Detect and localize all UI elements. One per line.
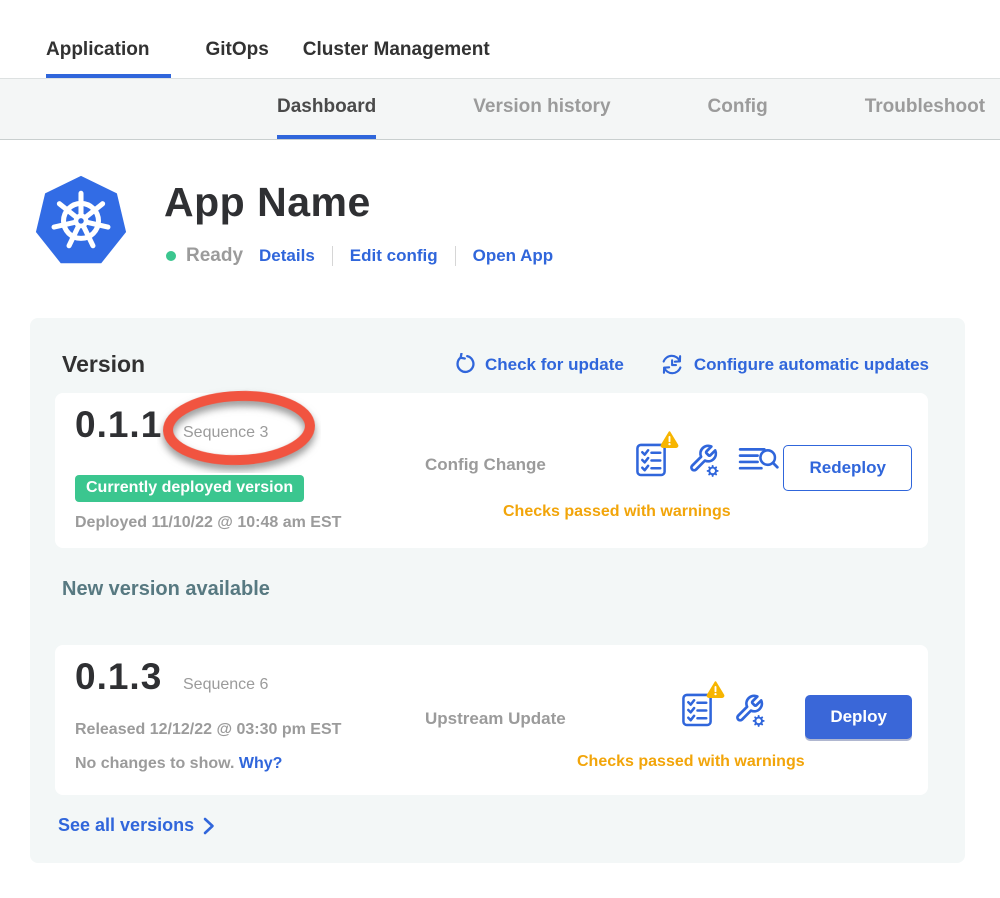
version-source-label: Upstream Update bbox=[425, 709, 566, 729]
configure-automatic-updates-link[interactable]: Configure automatic updates bbox=[660, 352, 929, 377]
tab-dashboard[interactable]: Dashboard bbox=[277, 79, 376, 139]
tab-version-history[interactable]: Version history bbox=[473, 79, 610, 139]
details-link[interactable]: Details bbox=[259, 246, 315, 266]
warning-triangle-icon bbox=[660, 431, 679, 453]
kubernetes-logo-icon bbox=[35, 172, 127, 268]
why-link[interactable]: Why? bbox=[239, 755, 283, 772]
top-tab-application[interactable]: Application bbox=[46, 39, 171, 78]
version-section: Version Check for update bbox=[30, 318, 965, 863]
current-version-number: 0.1.1 bbox=[75, 404, 162, 446]
preflight-checks-icon[interactable] bbox=[635, 441, 668, 478]
divider bbox=[455, 246, 456, 266]
top-tab-cluster-management[interactable]: Cluster Management bbox=[303, 39, 490, 78]
open-app-link[interactable]: Open App bbox=[473, 246, 554, 266]
current-version-card: 0.1.1 Sequence 3 Currently deployed vers… bbox=[55, 393, 928, 548]
deployed-timestamp: Deployed 11/10/22 @ 10:48 am EST bbox=[75, 514, 341, 532]
available-version-number: 0.1.3 bbox=[75, 656, 162, 698]
currently-deployed-badge: Currently deployed version bbox=[75, 475, 304, 502]
app-status-row: Ready Details Edit config Open App bbox=[166, 243, 553, 269]
version-source-label: Config Change bbox=[425, 455, 546, 475]
see-all-versions-link[interactable]: See all versions bbox=[58, 815, 215, 836]
page-title: App Name bbox=[164, 179, 371, 226]
refresh-icon bbox=[453, 353, 476, 376]
deploy-button[interactable]: Deploy bbox=[805, 695, 912, 739]
app-sub-nav: Dashboard Version history Config Trouble… bbox=[0, 78, 1000, 140]
edit-config-wrench-icon[interactable] bbox=[685, 442, 721, 478]
divider bbox=[332, 246, 333, 266]
preflight-checks-status: Checks passed with warnings bbox=[577, 753, 805, 771]
top-nav: Application GitOps Cluster Management bbox=[0, 0, 1000, 78]
released-timestamp: Released 12/12/22 @ 03:30 pm EST bbox=[75, 721, 341, 739]
view-diff-icon[interactable] bbox=[738, 445, 779, 474]
status-dot-icon bbox=[166, 251, 176, 261]
tab-config[interactable]: Config bbox=[708, 79, 768, 139]
redeploy-button[interactable]: Redeploy bbox=[783, 445, 912, 491]
preflight-checks-status: Checks passed with warnings bbox=[503, 503, 731, 521]
version-section-title: Version bbox=[62, 351, 145, 378]
preflight-checks-icon[interactable] bbox=[681, 691, 714, 728]
chevron-right-icon bbox=[203, 817, 215, 835]
status-badge: Ready bbox=[186, 245, 243, 267]
current-version-sequence: Sequence 3 bbox=[183, 424, 268, 442]
new-version-banner: New version available bbox=[62, 578, 270, 601]
edit-config-wrench-icon[interactable] bbox=[731, 692, 767, 728]
available-version-card: 0.1.3 Sequence 6 Released 12/12/22 @ 03:… bbox=[55, 645, 928, 795]
auto-update-clock-icon bbox=[660, 352, 685, 377]
available-version-sequence: Sequence 6 bbox=[183, 676, 268, 694]
edit-config-link[interactable]: Edit config bbox=[350, 246, 438, 266]
check-for-update-link[interactable]: Check for update bbox=[453, 352, 624, 377]
top-tab-gitops[interactable]: GitOps bbox=[205, 39, 268, 78]
no-changes-note: No changes to show. Why? bbox=[75, 755, 282, 773]
warning-triangle-icon bbox=[706, 681, 725, 703]
tab-troubleshoot[interactable]: Troubleshoot bbox=[865, 79, 985, 139]
